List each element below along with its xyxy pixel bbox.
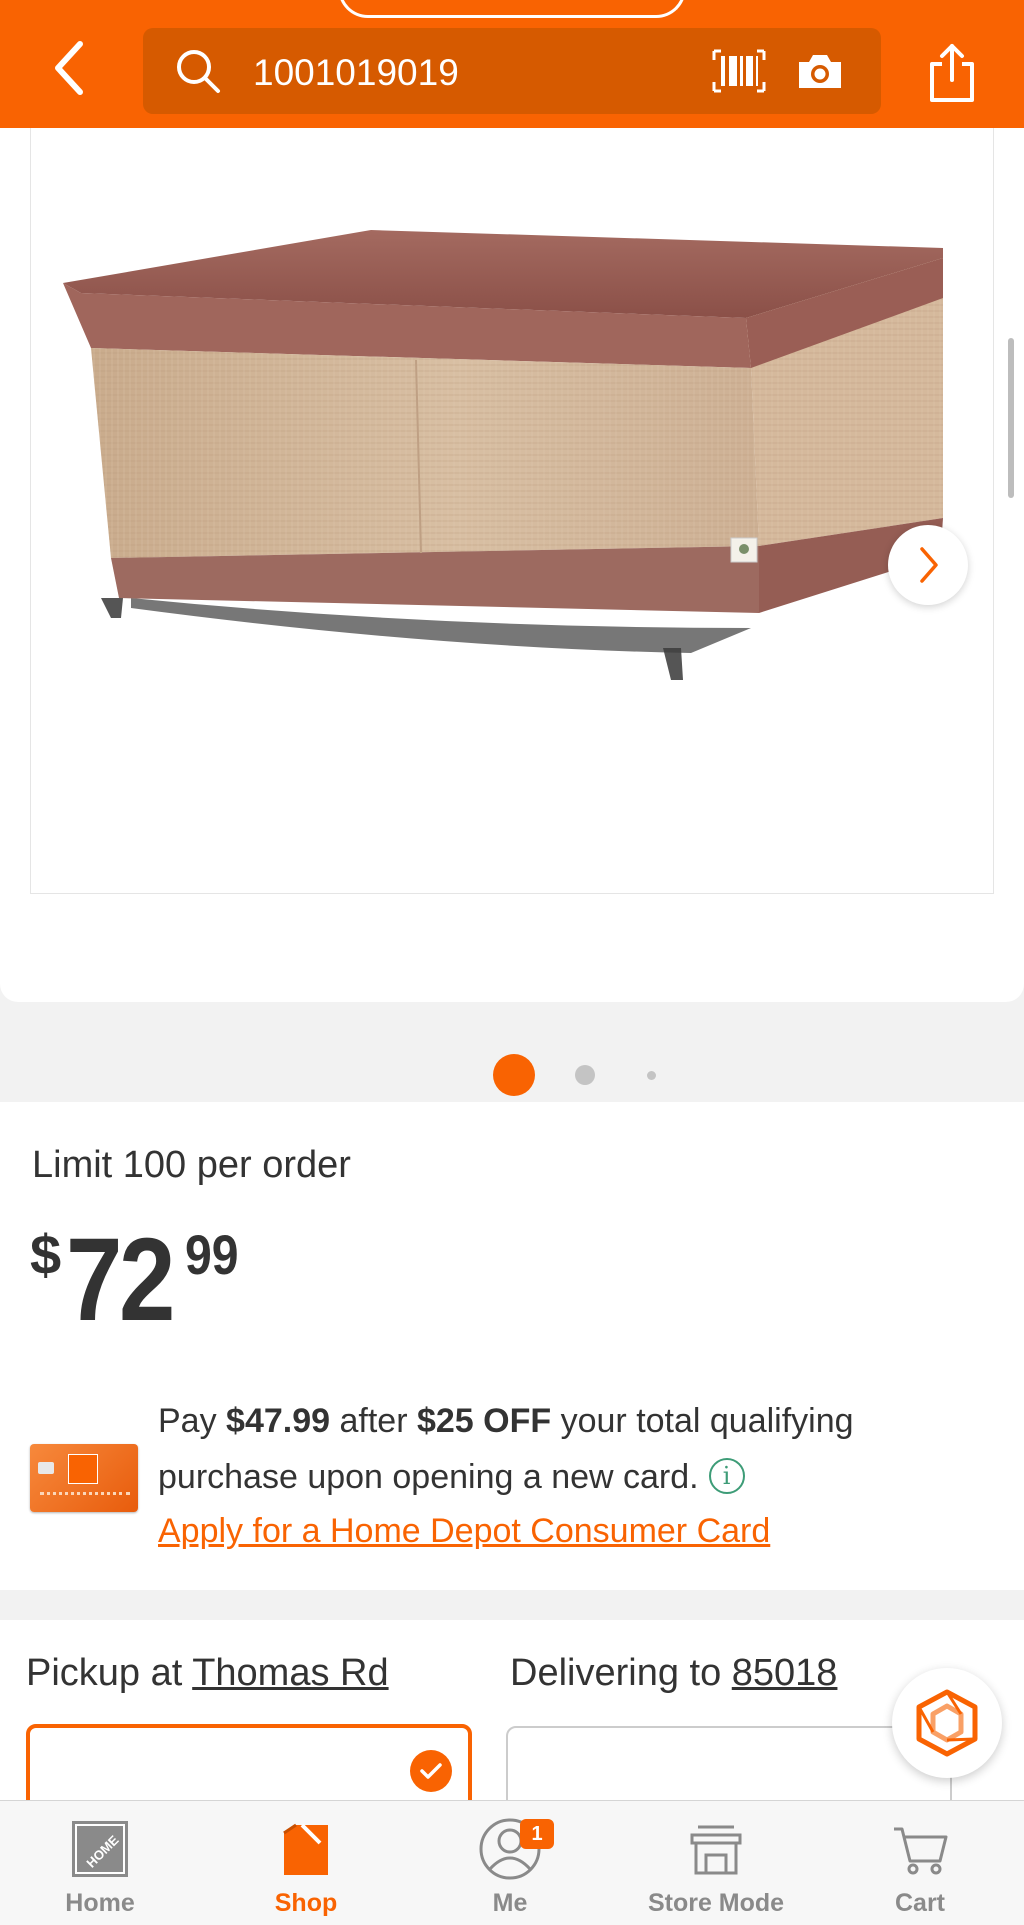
delivery-zip-link[interactable]: 85018 xyxy=(732,1652,838,1694)
tab-shop[interactable]: Shop xyxy=(216,1801,396,1925)
price-currency: $ xyxy=(30,1223,62,1286)
pickup-prefix: Pickup at xyxy=(26,1652,193,1694)
carousel-dot[interactable] xyxy=(575,1065,595,1085)
pickup-store-link[interactable]: Thomas Rd xyxy=(192,1652,388,1694)
back-button[interactable] xyxy=(40,36,96,100)
barcode-icon[interactable] xyxy=(711,48,767,94)
page-scrollbar[interactable] xyxy=(1008,338,1014,498)
order-limit-text: Limit 100 per order xyxy=(32,1144,351,1186)
promo-text-line2: purchase upon opening a new card. i xyxy=(158,1458,745,1497)
tab-home-label: Home xyxy=(65,1889,135,1917)
paint-bucket-icon xyxy=(283,1823,328,1875)
checkmark-icon xyxy=(410,1750,452,1792)
camera-icon[interactable] xyxy=(795,48,845,94)
tab-home[interactable]: HOME Home xyxy=(10,1801,190,1925)
tab-me[interactable]: 1 Me xyxy=(420,1801,600,1925)
card-number-dots xyxy=(40,1492,130,1496)
promo-text-line1: Pay $47.99 after $25 OFF your total qual… xyxy=(158,1402,854,1441)
tab-cart-label: Cart xyxy=(894,1889,945,1917)
tab-shop-label: Shop xyxy=(274,1889,338,1917)
info-icon[interactable]: i xyxy=(708,1458,745,1494)
patio-table-cover-image xyxy=(63,230,943,680)
top-app-bar: 1001019019 xyxy=(0,0,1024,128)
carousel-dot[interactable] xyxy=(647,1071,656,1080)
promo-prefix: Pay xyxy=(158,1402,227,1440)
search-bar[interactable]: 1001019019 xyxy=(143,28,881,114)
tab-cart[interactable]: Cart xyxy=(830,1801,1010,1925)
price-section: Limit 100 per order $ 72 99 Pay $47.99 a… xyxy=(0,1102,1024,1590)
next-image-button[interactable] xyxy=(888,525,968,605)
cart-icon xyxy=(894,1827,948,1875)
chat-assistant-button[interactable] xyxy=(892,1668,1002,1778)
share-icon[interactable] xyxy=(926,42,978,104)
home-depot-logo-icon: HOME xyxy=(72,1821,128,1877)
promo-suffix: your total qualifying xyxy=(551,1402,854,1440)
tab-store-mode[interactable]: Store Mode xyxy=(626,1801,806,1925)
card-chip xyxy=(38,1462,54,1474)
delivery-prefix: Delivering to xyxy=(510,1652,732,1694)
tab-me-label: Me xyxy=(492,1889,528,1917)
store-icon xyxy=(690,1825,742,1875)
price-dollars: 72 xyxy=(66,1214,175,1346)
promo-discount: $25 OFF xyxy=(416,1402,552,1440)
delivery-zip-label: Delivering to 85018 xyxy=(510,1652,837,1695)
promo-amount: $47.99 xyxy=(226,1402,331,1440)
back-arrow-icon xyxy=(55,41,83,95)
home-depot-logo-icon xyxy=(68,1454,98,1484)
apply-card-link[interactable]: Apply for a Home Depot Consumer Card xyxy=(158,1512,770,1551)
tab-store-mode-label: Store Mode xyxy=(647,1889,785,1917)
promo-middle: after xyxy=(330,1402,417,1440)
search-input[interactable]: 1001019019 xyxy=(253,52,459,94)
pickup-store-label: Pickup at Thomas Rd xyxy=(26,1652,389,1695)
bottom-tab-bar: HOME Home Shop 1 Me Store Mode Cart xyxy=(0,1800,1024,1925)
price-cents: 99 xyxy=(185,1223,239,1286)
search-icon xyxy=(177,50,220,93)
promo-line2-text: purchase upon opening a new card. xyxy=(158,1458,699,1496)
carousel-dot-active[interactable] xyxy=(493,1054,535,1096)
status-notch xyxy=(338,0,686,18)
product-image-gallery xyxy=(0,128,1024,1096)
assistant-hexagon-icon xyxy=(916,1689,978,1757)
chevron-right-icon xyxy=(920,547,938,583)
notification-badge: 1 xyxy=(520,1819,554,1849)
credit-card-image xyxy=(30,1444,138,1512)
product-image[interactable] xyxy=(30,128,994,894)
